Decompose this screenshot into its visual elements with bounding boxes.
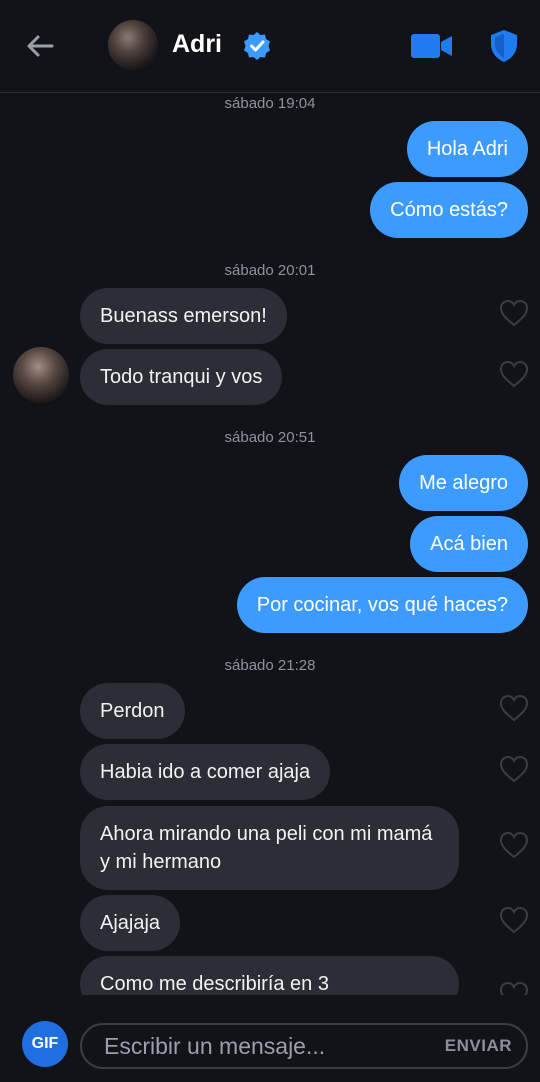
like-heart-icon[interactable] bbox=[499, 906, 529, 934]
incoming-message[interactable]: Buenass emerson! bbox=[80, 288, 287, 344]
back-arrow-icon[interactable] bbox=[24, 30, 56, 62]
like-heart-icon[interactable] bbox=[499, 360, 529, 388]
message-composer: GIF Escribir un mensaje... ENVIAR bbox=[0, 995, 540, 1082]
like-heart-icon[interactable] bbox=[499, 299, 529, 327]
incoming-message[interactable]: Ahora mirando una peli con mi mamá y mi … bbox=[80, 806, 459, 890]
verified-badge-icon bbox=[244, 32, 270, 60]
timestamp: sábado 20:51 bbox=[224, 429, 316, 446]
incoming-message[interactable]: Todo tranqui y vos bbox=[80, 349, 283, 405]
outgoing-message[interactable]: Cómo estás? bbox=[370, 182, 528, 238]
like-heart-icon[interactable] bbox=[499, 981, 529, 995]
send-button[interactable]: ENVIAR bbox=[445, 1036, 512, 1056]
outgoing-message[interactable]: Me alegro bbox=[399, 455, 528, 511]
contact-name[interactable]: Adri bbox=[172, 30, 222, 59]
timestamp: sábado 20:01 bbox=[224, 262, 316, 279]
safety-shield-icon[interactable] bbox=[488, 28, 520, 64]
message-input[interactable]: Escribir un mensaje... ENVIAR bbox=[80, 1023, 528, 1069]
outgoing-message[interactable]: Por cocinar, vos qué haces? bbox=[236, 577, 528, 633]
message-input-placeholder: Escribir un mensaje... bbox=[104, 1033, 326, 1059]
chat-header: Adri bbox=[0, 0, 540, 93]
sender-avatar[interactable] bbox=[13, 347, 69, 403]
gif-button[interactable]: GIF bbox=[22, 1021, 68, 1067]
incoming-message[interactable]: Como me describiría en 3 bbox=[80, 956, 459, 995]
message-list[interactable]: sábado 19:04 Hola Adri Cómo estás? sábad… bbox=[0, 93, 540, 995]
outgoing-message[interactable]: Acá bien bbox=[410, 516, 528, 572]
timestamp: sábado 21:28 bbox=[224, 657, 316, 674]
outgoing-message[interactable]: Hola Adri bbox=[406, 121, 528, 177]
video-call-icon[interactable] bbox=[410, 32, 454, 60]
incoming-message[interactable]: Perdon bbox=[80, 683, 185, 739]
like-heart-icon[interactable] bbox=[499, 831, 529, 859]
timestamp: sábado 19:04 bbox=[224, 95, 316, 112]
incoming-message[interactable]: Habia ido a comer ajaja bbox=[80, 744, 331, 800]
incoming-message[interactable]: Ajajaja bbox=[80, 895, 181, 951]
contact-avatar[interactable] bbox=[108, 20, 158, 70]
like-heart-icon[interactable] bbox=[499, 755, 529, 783]
like-heart-icon[interactable] bbox=[499, 694, 529, 722]
